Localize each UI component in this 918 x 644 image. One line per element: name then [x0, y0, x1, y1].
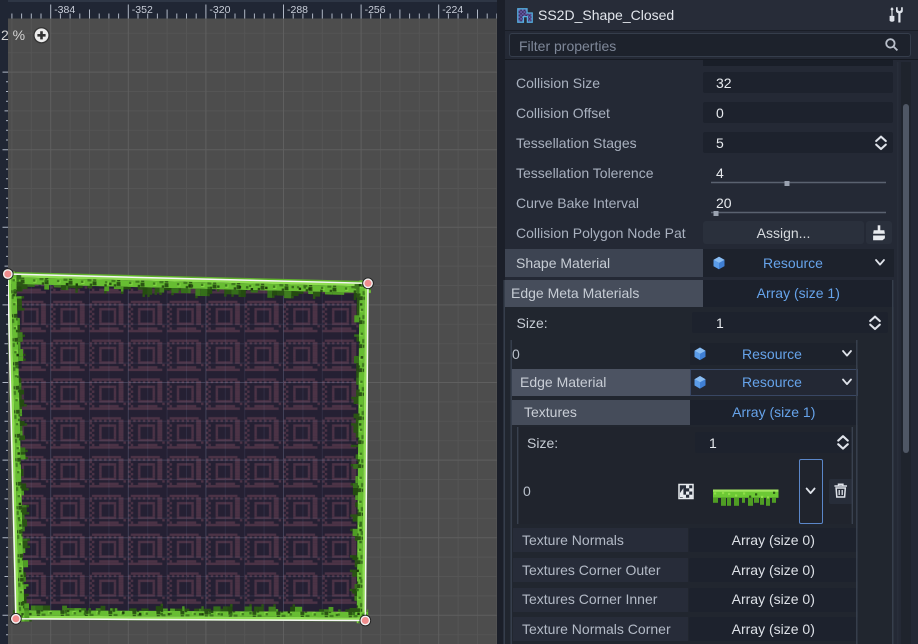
svg-text:-288: -288 — [287, 4, 308, 16]
svg-text:-320: -320 — [209, 4, 230, 16]
svg-text:-256: -256 — [365, 4, 386, 16]
svg-text:2 %: 2 % — [1, 27, 25, 43]
svg-text:-224: -224 — [442, 4, 463, 16]
svg-text:-384: -384 — [54, 4, 75, 16]
svg-text:-352: -352 — [132, 4, 153, 16]
